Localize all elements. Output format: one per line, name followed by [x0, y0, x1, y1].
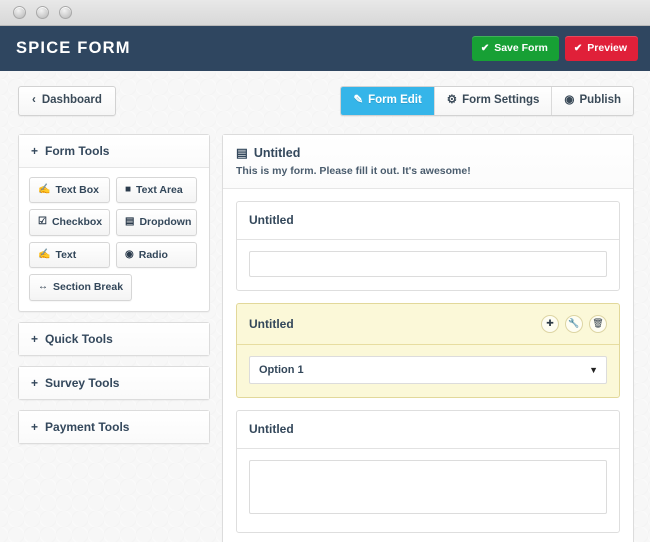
tool-text[interactable]: ✍ Text — [29, 241, 110, 268]
delete-field-button[interactable]: 🗑 — [589, 314, 607, 333]
close-dot[interactable] — [13, 6, 26, 19]
tool-text-label: Text — [55, 248, 77, 261]
tab-publish[interactable]: ◉ Publish — [552, 87, 633, 115]
checkbox-icon: ☑ — [38, 216, 47, 228]
check-icon: ✔ — [573, 42, 583, 54]
tool-dropdown-label: Dropdown — [139, 216, 192, 228]
radio-icon: ◉ — [125, 248, 134, 260]
form-field-dropdown-body: Option 1 ▼ — [237, 345, 619, 397]
toolbar-row: ‹ Dashboard ✎ Form Edit ⚙ Form Settings … — [0, 71, 650, 116]
tool-section-break-label: Section Break — [53, 281, 124, 293]
plus-icon: + — [31, 143, 39, 158]
plus-icon: + — [31, 331, 39, 346]
panel-payment-tools: + Payment Tools — [18, 409, 210, 444]
gears-icon: ⚙ — [446, 94, 458, 106]
minimize-dot[interactable] — [36, 6, 49, 19]
plus-icon: + — [31, 419, 39, 434]
form-field-textarea-body — [237, 449, 619, 532]
tool-dropdown[interactable]: ▤ Dropdown — [116, 209, 197, 236]
form-field-dropdown[interactable]: Untitled ✚ 🔧 🗑 Option 1 ▼ — [236, 302, 620, 398]
header-actions: ✔ Save Form ✔ Preview — [471, 36, 638, 61]
content-columns: + Form Tools ✍ Text Box ■ Text Area ☑ Ch… — [0, 116, 650, 542]
tool-checkbox-label: Checkbox — [51, 216, 103, 228]
pencil-icon: ✎ — [353, 94, 364, 106]
form-field-actions: ✚ 🔧 🗑 — [541, 314, 607, 333]
form-fields: Untitled Untitled ✚ 🔧 🗑 Option 1 ▼ Untit… — [223, 189, 633, 542]
tool-radio-label: Radio — [138, 248, 168, 261]
textbox-input[interactable] — [249, 250, 607, 277]
app-header: SPICE FORM ✔ Save Form ✔ Preview — [0, 26, 650, 71]
panel-survey-tools-title: Survey Tools — [45, 375, 120, 390]
globe-icon: ◉ — [564, 94, 575, 106]
panel-form-tools-title: Form Tools — [45, 143, 110, 158]
form-panel: ▤ Untitled This is my form. Please fill … — [222, 133, 634, 542]
save-form-label: Save Form — [494, 42, 548, 55]
tool-text-box-label: Text Box — [55, 183, 100, 196]
tool-text-box[interactable]: ✍ Text Box — [29, 176, 110, 203]
maximize-dot[interactable] — [59, 6, 72, 19]
panel-survey-tools-header[interactable]: + Survey Tools — [19, 366, 209, 399]
form-field-dropdown-header: Untitled ✚ 🔧 🗑 — [237, 304, 619, 345]
form-canvas: ▤ Untitled This is my form. Please fill … — [222, 133, 634, 542]
tab-form-settings[interactable]: ⚙ Form Settings — [434, 87, 553, 115]
plus-icon: + — [31, 375, 39, 390]
panel-form-tools-body: ✍ Text Box ■ Text Area ☑ Checkbox ▤ Drop… — [19, 168, 209, 311]
dashboard-back-button[interactable]: ‹ Dashboard — [18, 86, 116, 116]
form-field-textarea-header: Untitled — [237, 411, 619, 449]
form-field-textarea-label: Untitled — [249, 422, 294, 436]
form-title: Untitled — [253, 145, 301, 160]
app-brand-title: SPICE FORM — [16, 39, 131, 57]
move-field-button[interactable]: ✚ — [541, 314, 559, 333]
tab-form-settings-label: Form Settings — [462, 94, 540, 106]
preview-button[interactable]: ✔ Preview — [564, 36, 638, 61]
form-field-dropdown-label: Untitled — [249, 316, 294, 331]
text-area-icon: ■ — [125, 183, 132, 195]
tool-text-area[interactable]: ■ Text Area — [116, 176, 197, 203]
panel-quick-tools-header[interactable]: + Quick Tools — [19, 322, 209, 355]
tab-publish-label: Publish — [579, 94, 621, 106]
check-icon: ✔ — [480, 42, 490, 54]
dropdown-wrapper: Option 1 ▼ — [249, 355, 607, 384]
panel-form-tools: + Form Tools ✍ Text Box ■ Text Area ☑ Ch… — [18, 133, 210, 312]
form-tools-grid: ✍ Text Box ■ Text Area ☑ Checkbox ▤ Drop… — [29, 176, 199, 301]
tool-checkbox[interactable]: ☑ Checkbox — [29, 209, 110, 236]
view-tabs: ✎ Form Edit ⚙ Form Settings ◉ Publish — [340, 86, 634, 116]
panel-quick-tools-title: Quick Tools — [45, 331, 113, 346]
tool-text-area-label: Text Area — [136, 183, 183, 196]
dashboard-label: Dashboard — [41, 94, 102, 106]
dropdown-selected-value: Option 1 — [259, 363, 304, 376]
tab-form-edit[interactable]: ✎ Form Edit — [341, 87, 435, 115]
dropdown-icon: ▤ — [125, 216, 135, 228]
form-title-row: ▤ Untitled — [236, 146, 620, 161]
form-field-textbox-header: Untitled — [237, 202, 619, 240]
form-header: ▤ Untitled This is my form. Please fill … — [223, 134, 633, 189]
dropdown-select[interactable]: Option 1 — [249, 355, 607, 384]
browser-chrome — [0, 0, 650, 26]
form-field-textbox-body — [237, 240, 619, 290]
tool-section-break[interactable]: ↔ Section Break — [29, 274, 133, 301]
text-box-icon: ✍ — [38, 183, 51, 195]
edit-field-button[interactable]: 🔧 — [565, 314, 583, 333]
document-icon: ▤ — [236, 145, 248, 160]
chevron-down-icon: ▼ — [589, 364, 598, 375]
preview-label: Preview — [587, 42, 627, 55]
tool-radio[interactable]: ◉ Radio — [116, 241, 197, 268]
form-field-textarea[interactable]: Untitled — [236, 409, 620, 533]
chevron-left-icon: ‹ — [32, 94, 36, 106]
tools-sidebar: + Form Tools ✍ Text Box ■ Text Area ☑ Ch… — [18, 133, 210, 454]
section-break-icon: ↔ — [38, 281, 48, 293]
form-field-textbox-label: Untitled — [249, 213, 294, 227]
form-field-textbox[interactable]: Untitled — [236, 200, 620, 291]
save-form-button[interactable]: ✔ Save Form — [471, 36, 559, 61]
textarea-input[interactable] — [249, 459, 607, 514]
panel-quick-tools: + Quick Tools — [18, 321, 210, 356]
text-icon: ✍ — [38, 248, 51, 260]
panel-survey-tools: + Survey Tools — [18, 365, 210, 400]
panel-payment-tools-title: Payment Tools — [45, 419, 130, 434]
page-body: ‹ Dashboard ✎ Form Edit ⚙ Form Settings … — [0, 71, 650, 542]
panel-payment-tools-header[interactable]: + Payment Tools — [19, 410, 209, 443]
form-description: This is my form. Please fill it out. It'… — [236, 164, 471, 177]
panel-form-tools-header[interactable]: + Form Tools — [19, 134, 209, 168]
tab-form-edit-label: Form Edit — [368, 94, 422, 106]
